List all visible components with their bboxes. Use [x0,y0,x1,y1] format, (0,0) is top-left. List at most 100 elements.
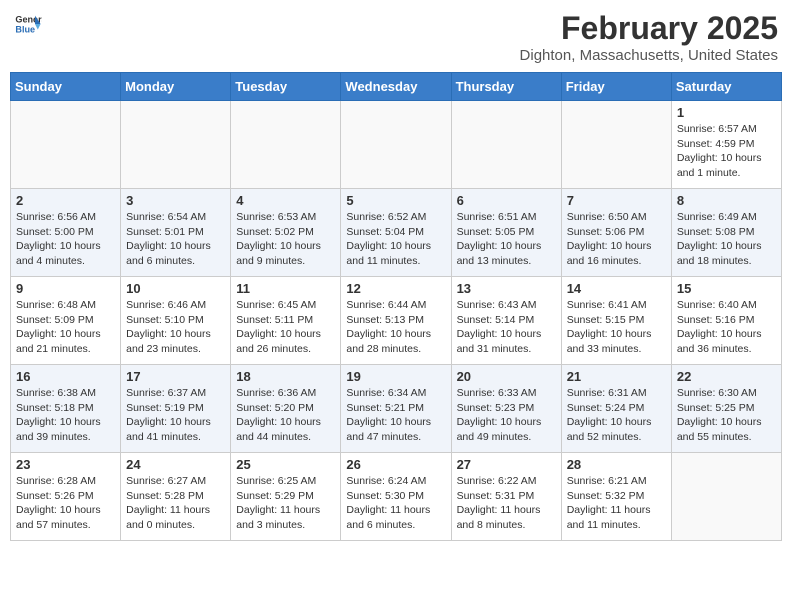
calendar-cell [671,453,781,541]
day-info: Sunrise: 6:48 AMSunset: 5:09 PMDaylight:… [16,298,115,357]
day-info: Sunrise: 6:45 AMSunset: 5:11 PMDaylight:… [236,298,335,357]
location-title: Dighton, Massachusetts, United States [520,47,778,64]
calendar-cell: 16 Sunrise: 6:38 AMSunset: 5:18 PMDayligh… [11,365,121,453]
day-number: 18 [236,369,335,384]
day-number: 23 [16,457,115,472]
day-number: 5 [346,193,445,208]
calendar-cell [451,101,561,189]
day-info: Sunrise: 6:57 AMSunset: 4:59 PMDaylight:… [677,122,776,181]
weekday-header-sunday: Sunday [11,73,121,101]
calendar-week-row: 2 Sunrise: 6:56 AMSunset: 5:00 PMDaylight… [11,189,782,277]
calendar-cell: 5 Sunrise: 6:52 AMSunset: 5:04 PMDaylight… [341,189,451,277]
day-info: Sunrise: 6:43 AMSunset: 5:14 PMDaylight:… [457,298,556,357]
calendar-cell: 8Sunrise: 6:49 AMSunset: 5:08 PMDaylight… [671,189,781,277]
day-number: 14 [567,281,666,296]
calendar-cell: 23 Sunrise: 6:28 AMSunset: 5:26 PMDayligh… [11,453,121,541]
day-info: Sunrise: 6:52 AMSunset: 5:04 PMDaylight:… [346,210,445,269]
calendar-cell [11,101,121,189]
calendar-cell: 13 Sunrise: 6:43 AMSunset: 5:14 PMDayligh… [451,277,561,365]
day-info: Sunrise: 6:24 AMSunset: 5:30 PMDaylight:… [346,474,445,533]
day-number: 17 [126,369,225,384]
day-number: 13 [457,281,556,296]
day-info: Sunrise: 6:30 AMSunset: 5:25 PMDaylight:… [677,386,776,445]
calendar-cell: 7 Sunrise: 6:50 AMSunset: 5:06 PMDaylight… [561,189,671,277]
day-number: 26 [346,457,445,472]
day-number: 7 [567,193,666,208]
calendar-cell: 11 Sunrise: 6:45 AMSunset: 5:11 PMDayligh… [231,277,341,365]
day-number: 1 [677,105,776,120]
calendar-week-row: 16 Sunrise: 6:38 AMSunset: 5:18 PMDayligh… [11,365,782,453]
calendar-cell: 26 Sunrise: 6:24 AMSunset: 5:30 PMDayligh… [341,453,451,541]
calendar-cell: 24 Sunrise: 6:27 AMSunset: 5:28 PMDayligh… [121,453,231,541]
svg-text:Blue: Blue [15,24,35,34]
calendar-cell: 28 Sunrise: 6:21 AMSunset: 5:32 PMDayligh… [561,453,671,541]
day-info: Sunrise: 6:22 AMSunset: 5:31 PMDaylight:… [457,474,556,533]
day-number: 24 [126,457,225,472]
calendar-cell [231,101,341,189]
day-info: Sunrise: 6:28 AMSunset: 5:26 PMDaylight:… [16,474,115,533]
calendar-cell: 14 Sunrise: 6:41 AMSunset: 5:15 PMDayligh… [561,277,671,365]
day-number: 3 [126,193,225,208]
day-info: Sunrise: 6:38 AMSunset: 5:18 PMDaylight:… [16,386,115,445]
day-info: Sunrise: 6:50 AMSunset: 5:06 PMDaylight:… [567,210,666,269]
calendar-cell: 19 Sunrise: 6:34 AMSunset: 5:21 PMDayligh… [341,365,451,453]
calendar-cell: 12 Sunrise: 6:44 AMSunset: 5:13 PMDayligh… [341,277,451,365]
day-info: Sunrise: 6:54 AMSunset: 5:01 PMDaylight:… [126,210,225,269]
calendar-week-row: 9 Sunrise: 6:48 AMSunset: 5:09 PMDaylight… [11,277,782,365]
day-info: Sunrise: 6:27 AMSunset: 5:28 PMDaylight:… [126,474,225,533]
day-info: Sunrise: 6:56 AMSunset: 5:00 PMDaylight:… [16,210,115,269]
calendar-cell: 1 Sunrise: 6:57 AMSunset: 4:59 PMDaylight… [671,101,781,189]
weekday-header-monday: Monday [121,73,231,101]
calendar-table: SundayMondayTuesdayWednesdayThursdayFrid… [10,72,782,541]
logo-icon: General Blue [14,10,42,38]
calendar-cell: 9 Sunrise: 6:48 AMSunset: 5:09 PMDaylight… [11,277,121,365]
day-number: 9 [16,281,115,296]
day-number: 16 [16,369,115,384]
day-info: Sunrise: 6:51 AMSunset: 5:05 PMDaylight:… [457,210,556,269]
calendar-cell: 17 Sunrise: 6:37 AMSunset: 5:19 PMDayligh… [121,365,231,453]
weekday-header-thursday: Thursday [451,73,561,101]
day-info: Sunrise: 6:34 AMSunset: 5:21 PMDaylight:… [346,386,445,445]
day-number: 12 [346,281,445,296]
day-info: Sunrise: 6:49 AMSunset: 5:08 PMDaylight:… [677,210,776,269]
day-info: Sunrise: 6:40 AMSunset: 5:16 PMDaylight:… [677,298,776,357]
day-number: 22 [677,369,776,384]
month-title: February 2025 [520,10,778,47]
calendar-week-row: 23 Sunrise: 6:28 AMSunset: 5:26 PMDayligh… [11,453,782,541]
day-info: Sunrise: 6:31 AMSunset: 5:24 PMDaylight:… [567,386,666,445]
day-info: Sunrise: 6:37 AMSunset: 5:19 PMDaylight:… [126,386,225,445]
calendar-cell [121,101,231,189]
day-info: Sunrise: 6:46 AMSunset: 5:10 PMDaylight:… [126,298,225,357]
calendar-cell [561,101,671,189]
day-number: 6 [457,193,556,208]
day-info: Sunrise: 6:21 AMSunset: 5:32 PMDaylight:… [567,474,666,533]
weekday-header-tuesday: Tuesday [231,73,341,101]
day-info: Sunrise: 6:53 AMSunset: 5:02 PMDaylight:… [236,210,335,269]
title-block: February 2025 Dighton, Massachusetts, Un… [520,10,778,64]
calendar-cell: 20Sunrise: 6:33 AMSunset: 5:23 PMDayligh… [451,365,561,453]
day-number: 11 [236,281,335,296]
day-number: 27 [457,457,556,472]
calendar-cell: 10 Sunrise: 6:46 AMSunset: 5:10 PMDayligh… [121,277,231,365]
calendar-cell: 25Sunrise: 6:25 AMSunset: 5:29 PMDayligh… [231,453,341,541]
weekday-header-row: SundayMondayTuesdayWednesdayThursdayFrid… [11,73,782,101]
calendar-cell: 15 Sunrise: 6:40 AMSunset: 5:16 PMDayligh… [671,277,781,365]
day-info: Sunrise: 6:33 AMSunset: 5:23 PMDaylight:… [457,386,556,445]
day-info: Sunrise: 6:44 AMSunset: 5:13 PMDaylight:… [346,298,445,357]
day-number: 15 [677,281,776,296]
day-number: 28 [567,457,666,472]
calendar-cell: 6 Sunrise: 6:51 AMSunset: 5:05 PMDaylight… [451,189,561,277]
day-number: 25 [236,457,335,472]
day-info: Sunrise: 6:36 AMSunset: 5:20 PMDaylight:… [236,386,335,445]
weekday-header-wednesday: Wednesday [341,73,451,101]
day-number: 4 [236,193,335,208]
calendar-cell: 2 Sunrise: 6:56 AMSunset: 5:00 PMDaylight… [11,189,121,277]
day-number: 19 [346,369,445,384]
day-number: 10 [126,281,225,296]
calendar-week-row: 1 Sunrise: 6:57 AMSunset: 4:59 PMDaylight… [11,101,782,189]
calendar-cell: 4 Sunrise: 6:53 AMSunset: 5:02 PMDaylight… [231,189,341,277]
calendar-cell: 21Sunrise: 6:31 AMSunset: 5:24 PMDayligh… [561,365,671,453]
day-info: Sunrise: 6:41 AMSunset: 5:15 PMDaylight:… [567,298,666,357]
calendar-cell: 27 Sunrise: 6:22 AMSunset: 5:31 PMDayligh… [451,453,561,541]
day-number: 2 [16,193,115,208]
